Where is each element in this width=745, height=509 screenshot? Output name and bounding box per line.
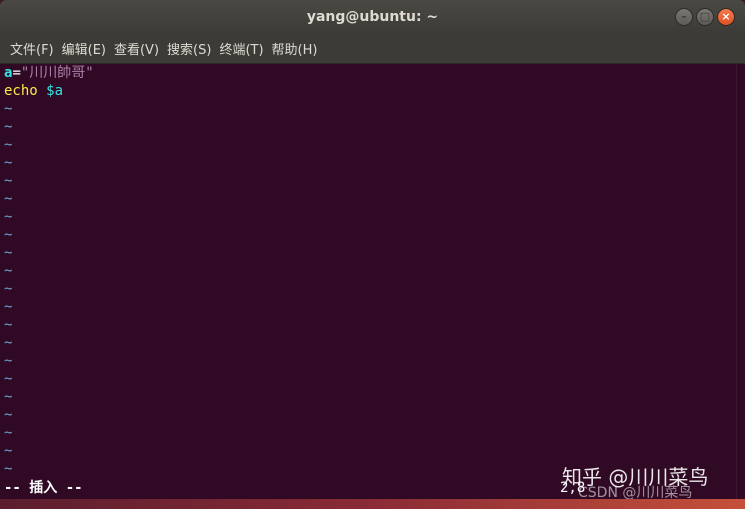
variable-reference: $a [46,83,64,99]
menu-help[interactable]: 帮助(H) [268,39,322,58]
code-line-2: echo $a [4,82,741,100]
menu-view[interactable]: 查看(V) [110,39,163,58]
tilde-line: ~ [4,155,13,171]
terminal-window: yang@ubuntu: ~ – □ × 文件(F) 编辑(E) 查看(V) 搜… [0,0,745,499]
scrollbar[interactable] [736,64,745,499]
code-line-1: a="川川帥哥" [4,64,741,82]
tilde-line: ~ [4,443,13,459]
tilde-line: ~ [4,371,13,387]
tilde-line: ~ [4,335,13,351]
tilde-line: ~ [4,281,13,297]
echo-command: echo [4,83,38,99]
menu-search[interactable]: 搜索(S) [163,39,215,58]
tilde-line: ~ [4,263,13,279]
terminal-area[interactable]: a="川川帥哥" echo $a ~ ~ ~ ~ ~ ~ ~ ~ ~ ~ ~ ~ ~ ~ ~ ~ ~ ~ ~ ~ ~ -… [0,64,741,499]
tilde-line: ~ [4,389,13,405]
tilde-line: ~ [4,353,13,369]
desktop-background [0,499,745,509]
tilde-line: ~ [4,191,13,207]
menu-terminal[interactable]: 终端(T) [215,39,267,58]
tilde-line: ~ [4,209,13,225]
assign-operator: = [12,65,21,81]
tilde-line: ~ [4,425,13,441]
window-title: yang@ubuntu: ~ [306,9,439,25]
tilde-line: ~ [4,173,13,189]
tilde-line: ~ [4,245,13,261]
tilde-line: ~ [4,227,13,243]
maximize-button[interactable]: □ [696,8,714,26]
tilde-line: ~ [4,299,13,315]
tilde-line: ~ [4,137,13,153]
tilde-line: ~ [4,317,13,333]
menu-edit[interactable]: 编辑(E) [58,39,110,58]
empty-lines: ~ ~ ~ ~ ~ ~ ~ ~ ~ ~ ~ ~ ~ ~ ~ ~ ~ ~ ~ ~ ~ [4,100,741,478]
menu-bar: 文件(F) 编辑(E) 查看(V) 搜索(S) 终端(T) 帮助(H) [0,34,745,64]
title-bar[interactable]: yang@ubuntu: ~ – □ × [0,0,745,34]
tilde-line: ~ [4,407,13,423]
tilde-line: ~ [4,101,13,117]
tilde-line: ~ [4,119,13,135]
minimize-button[interactable]: – [675,8,693,26]
menu-file[interactable]: 文件(F) [6,39,58,58]
window-controls: – □ × [675,8,735,26]
string-value: "川川帥哥" [20,65,94,81]
close-button[interactable]: × [717,8,735,26]
mode-indicator: -- 插入 -- [4,480,83,496]
